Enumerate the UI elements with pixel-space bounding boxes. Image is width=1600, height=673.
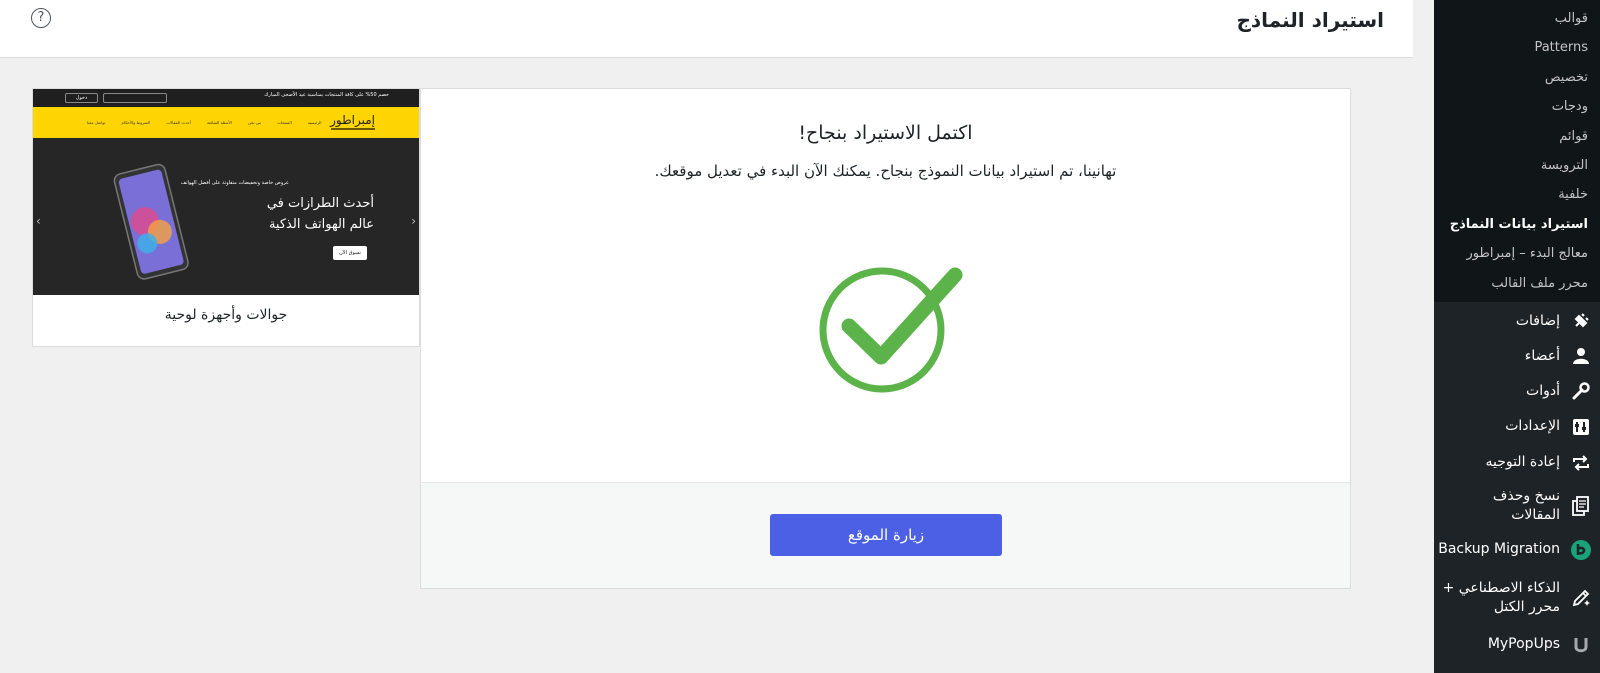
chevron-left-icon: ‹ (36, 214, 41, 228)
demo-navbar: إمبراطور الرئيسية المنتجات من نحن الأسئل… (33, 107, 419, 138)
sidebar-item-label: نسخ وحذف المقالات (1492, 487, 1560, 523)
redirect-icon (1570, 452, 1592, 474)
phone-image (113, 163, 189, 280)
copy-delete-icon (1570, 495, 1592, 517)
sidebar-item-label: الذكاء الاصطناعي + محرر الكتل (1442, 579, 1560, 615)
check-circle-icon (819, 267, 963, 393)
help-icon[interactable]: ? (31, 8, 51, 28)
sidebar-item-backup-migration[interactable]: Backup Migration (1434, 531, 1600, 569)
submenu-item-background[interactable]: خلفية (1434, 180, 1600, 209)
ai-pen-icon (1570, 587, 1592, 609)
demo-hero-button: تسوق الآن (333, 246, 367, 260)
sidebar-item-label: الإعدادات (1505, 418, 1560, 435)
demo-nav-item: المنتجات (277, 120, 292, 125)
submenu-item-theme-file-editor[interactable]: محرر ملف القالب (1434, 269, 1600, 298)
sidebar-item-settings[interactable]: الإعدادات (1434, 409, 1600, 445)
demo-hero-heading-2: عالم الهواتف الذكية (268, 217, 374, 232)
demo-login-button: دخول (65, 93, 98, 103)
demo-logo: إمبراطور (330, 113, 375, 127)
demo-nav-item: من نحن (247, 120, 262, 125)
demo-topbar: خصم 50% على كافة المنتجات بمناسبة عيد ال… (33, 89, 419, 107)
sidebar-item-tools[interactable]: أدوات (1434, 374, 1600, 409)
submenu-item-setup-wizard[interactable]: معالج البدء – إمبراطور (1434, 239, 1600, 268)
success-card-footer: زيارة الموقع (421, 482, 1350, 588)
page-title: استيراد النماذج (1236, 8, 1385, 32)
sidebar-item-label: Backup Migration (1438, 541, 1560, 558)
backup-migration-icon (1570, 539, 1592, 561)
demo-search-box (103, 93, 167, 103)
submenu-item-widgets[interactable]: ودجات (1434, 92, 1600, 121)
sidebar-item-label: أعضاء (1524, 347, 1560, 364)
demo-hero-heading-1: أحدث الطرازات في (266, 196, 374, 211)
submenu-item-customize[interactable]: تخصيص (1434, 63, 1600, 92)
page-header: ? استيراد النماذج (0, 0, 1413, 58)
sidebar-item-users[interactable]: أعضاء (1434, 339, 1600, 374)
sidebar-item-copy-delete-posts[interactable]: نسخ وحذف المقالات (1434, 481, 1600, 531)
user-icon (1570, 345, 1592, 367)
sidebar-item-redirection[interactable]: إعادة التوجيه (1434, 445, 1600, 481)
appearance-submenu: قوالب Patterns تخصيص ودجات قوائم الترويس… (1434, 0, 1600, 302)
submenu-item-import-demo-data[interactable]: استيراد بيانات النماذج (1434, 210, 1600, 239)
submenu-item-themes[interactable]: قوالب (1434, 4, 1600, 33)
demo-nav-item: الرئيسية (307, 120, 322, 125)
demo-nav-item: الشروط والأحكام (121, 120, 151, 125)
visit-site-button[interactable]: زيارة الموقع (770, 514, 1002, 556)
settings-icon (1570, 416, 1592, 438)
demo-screenshot: خصم 50% على كافة المنتجات بمناسبة عيد ال… (33, 89, 419, 295)
sidebar-item-label: MyPopUps (1487, 636, 1560, 653)
plugin-icon (1570, 310, 1592, 332)
sidebar-item-label: إعادة التوجيه (1485, 454, 1560, 471)
sidebar-item-plugins[interactable]: إضافات (1434, 304, 1600, 339)
demo-nav: الرئيسية المنتجات من نحن الأسئلة الشائعة… (87, 120, 321, 125)
admin-sidebar: قوالب Patterns تخصيص ودجات قوائم الترويس… (1434, 0, 1600, 673)
submenu-item-header[interactable]: الترويسة (1434, 151, 1600, 180)
sidebar-item-label: أدوات (1526, 382, 1560, 399)
demo-card[interactable]: خصم 50% على كافة المنتجات بمناسبة عيد ال… (32, 88, 420, 347)
success-message: تهانينا، تم استيراد بيانات النموذج بنجاح… (654, 162, 1117, 180)
demo-label: جوالات وأجهزة لوحية (164, 307, 288, 323)
wrench-icon (1570, 380, 1592, 402)
sidebar-item-ai-block-editor[interactable]: الذكاء الاصطناعي + محرر الكتل (1434, 569, 1600, 627)
success-card: اكتمل الاستيراد بنجاح! تهانينا، تم استير… (420, 88, 1351, 589)
demo-logo-underline (331, 128, 375, 130)
submenu-item-menus[interactable]: قوائم (1434, 122, 1600, 151)
submenu-item-patterns[interactable]: Patterns (1434, 33, 1600, 62)
demo-nav-item: تواصل معنا (87, 120, 106, 125)
demo-nav-item: الأسئلة الشائعة (206, 120, 232, 125)
success-title: اكتمل الاستيراد بنجاح! (798, 122, 973, 144)
demo-topbar-text: خصم 50% على كافة المنتجات بمناسبة عيد ال… (264, 92, 389, 98)
sidebar-item-mypopups[interactable]: MyPopUps (1434, 627, 1600, 663)
demo-hero: ‹ › عروض خاصة وتخفيضات متفاوتة على أفضل … (33, 138, 419, 295)
sidebar-item-label: إضافات (1515, 312, 1560, 329)
chevron-right-icon: › (411, 214, 416, 228)
mypopups-icon (1570, 634, 1592, 656)
demo-nav-item: أحدث المقالات (166, 120, 191, 125)
